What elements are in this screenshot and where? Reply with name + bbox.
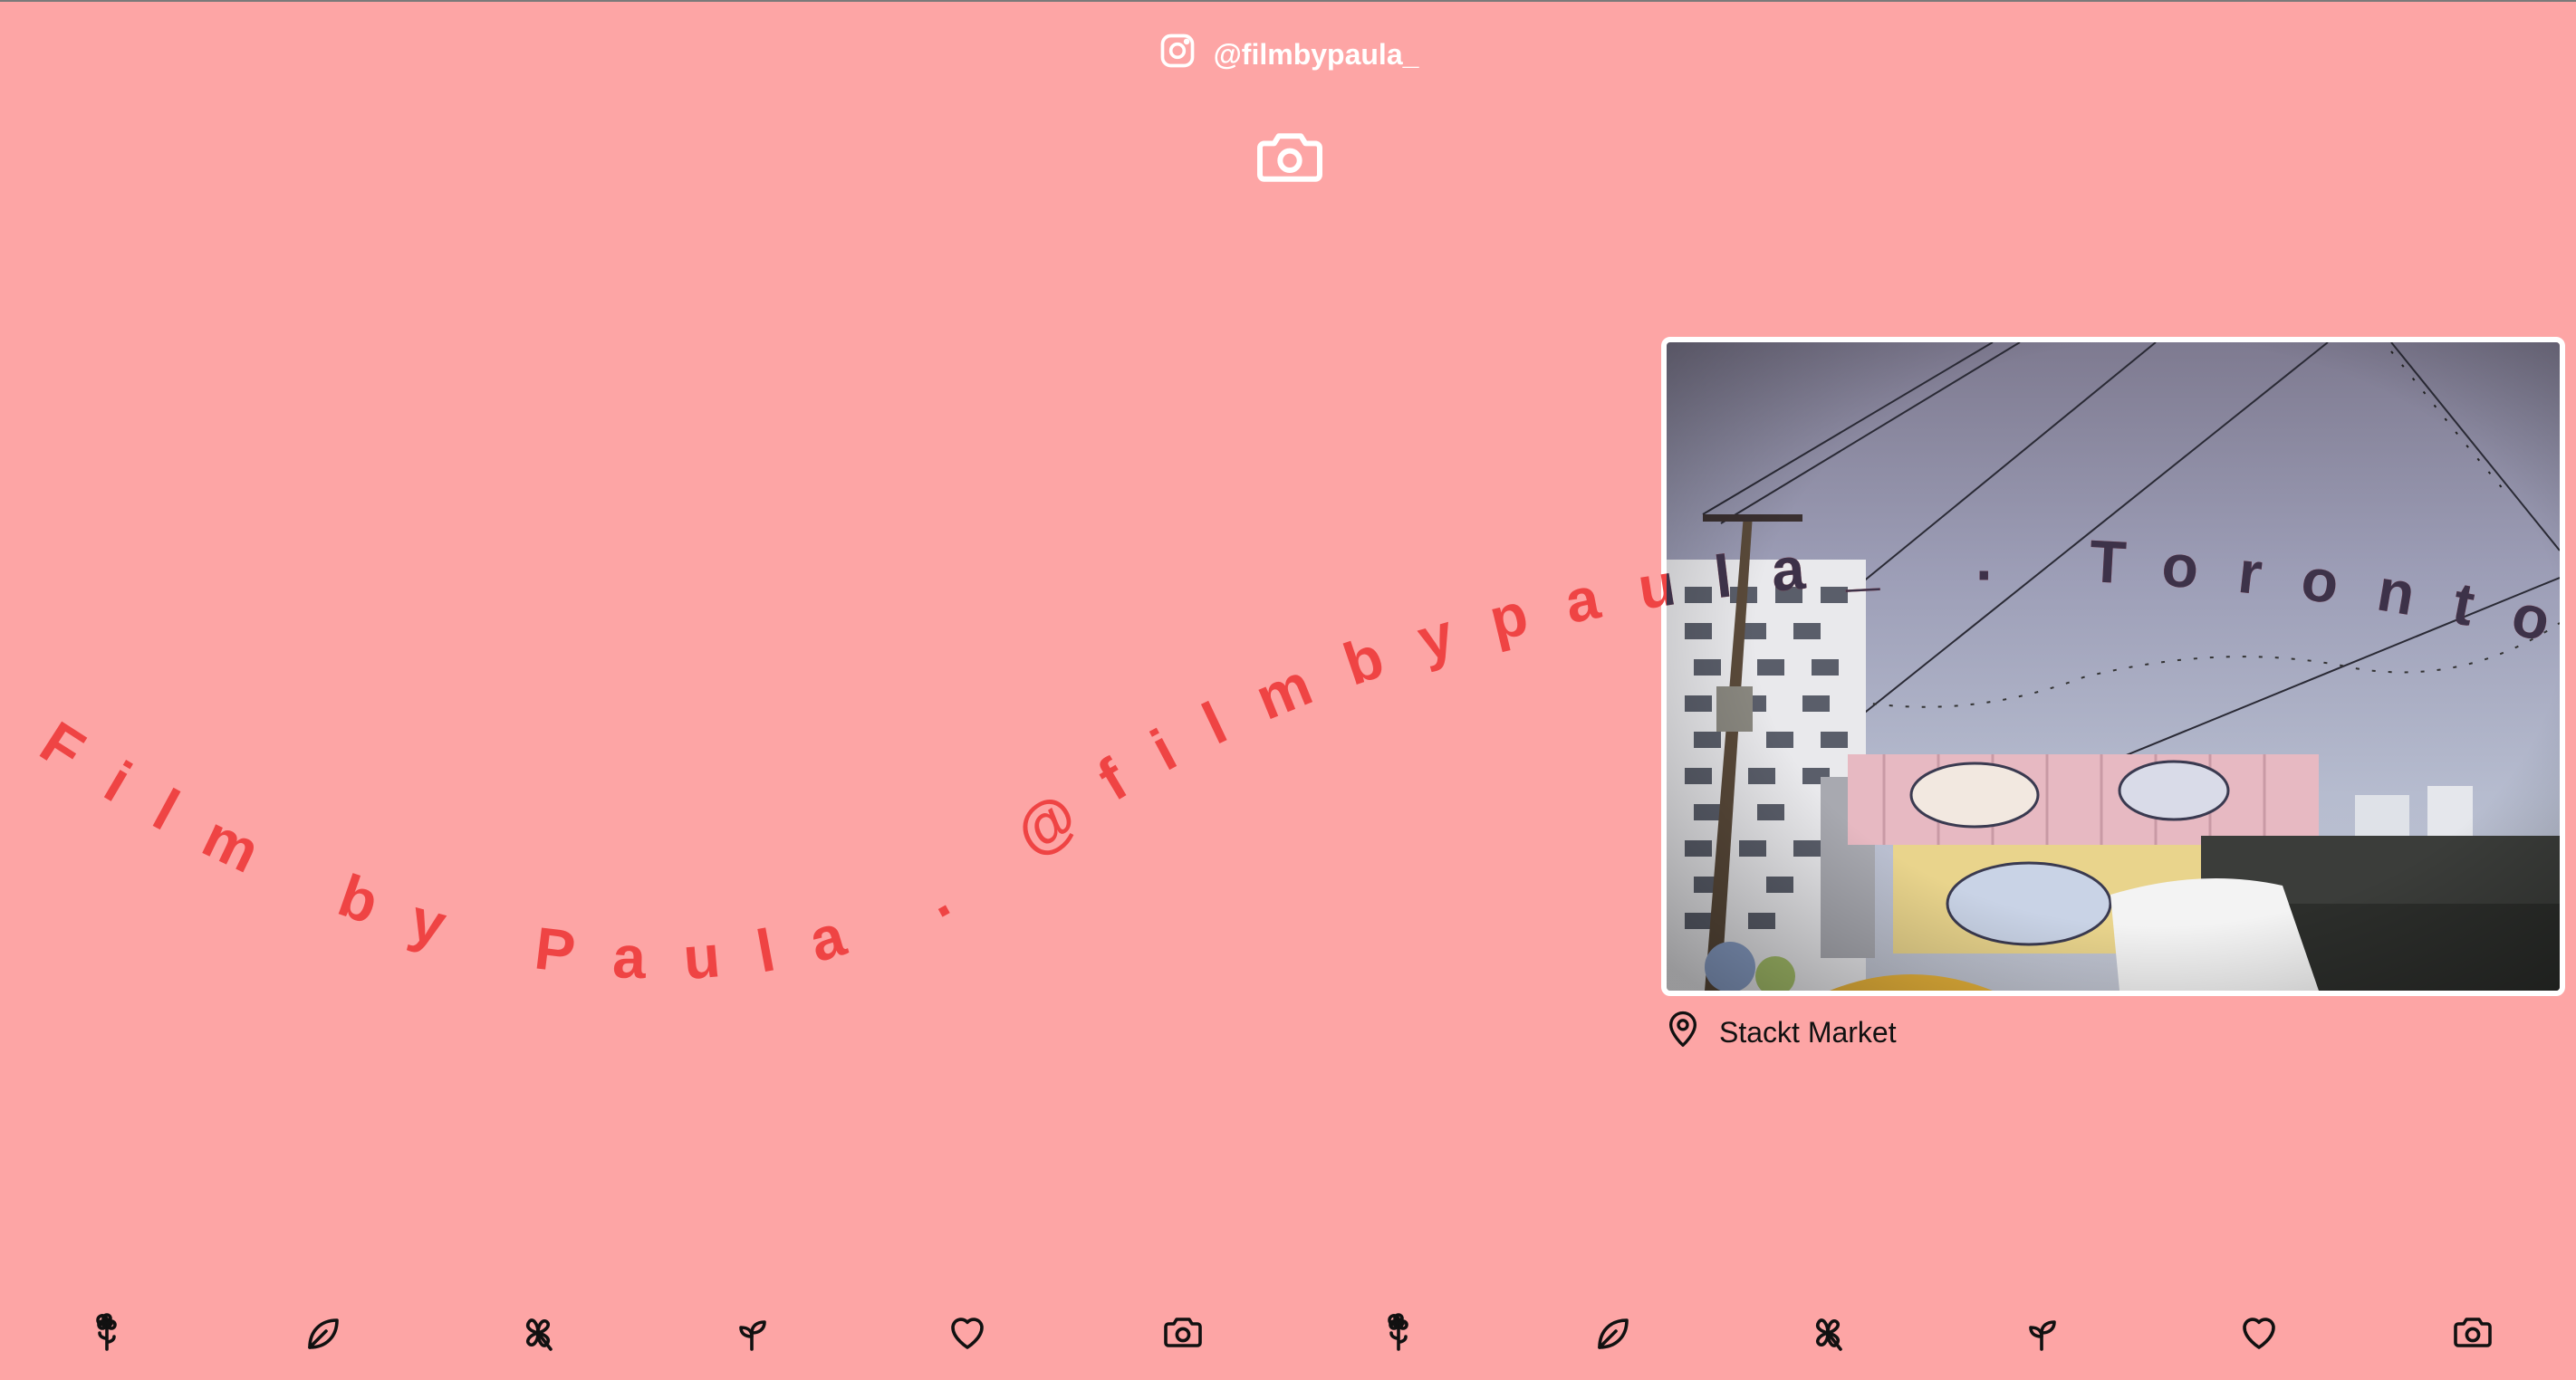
flower-icon [85, 1311, 129, 1355]
photo-card[interactable] [1661, 337, 2565, 996]
clover-icon [516, 1311, 560, 1355]
leaf-icon [1591, 1311, 1634, 1355]
map-pin-icon [1665, 1009, 1701, 1056]
heart-icon [946, 1311, 989, 1355]
heart-icon [2237, 1311, 2281, 1355]
instagram-icon [1158, 31, 1197, 78]
sprout-icon [730, 1311, 774, 1355]
camera-icon [2451, 1311, 2494, 1355]
sprout-icon [2020, 1311, 2063, 1355]
footer-icon-row [0, 1311, 2576, 1362]
photo-stackt-market [1667, 342, 2560, 991]
instagram-handle-link[interactable]: @filmbypaula_ [0, 31, 2576, 78]
location-label: Stackt Market [1719, 1015, 1897, 1049]
flower-icon [1377, 1311, 1420, 1355]
clover-icon [1806, 1311, 1850, 1355]
photo-location: Stackt Market [1665, 1009, 1897, 1056]
camera-icon [1161, 1311, 1205, 1355]
leaf-icon [301, 1311, 344, 1355]
camera-icon [1255, 125, 1324, 185]
instagram-handle[interactable]: @filmbypaula_ [1214, 38, 1419, 72]
